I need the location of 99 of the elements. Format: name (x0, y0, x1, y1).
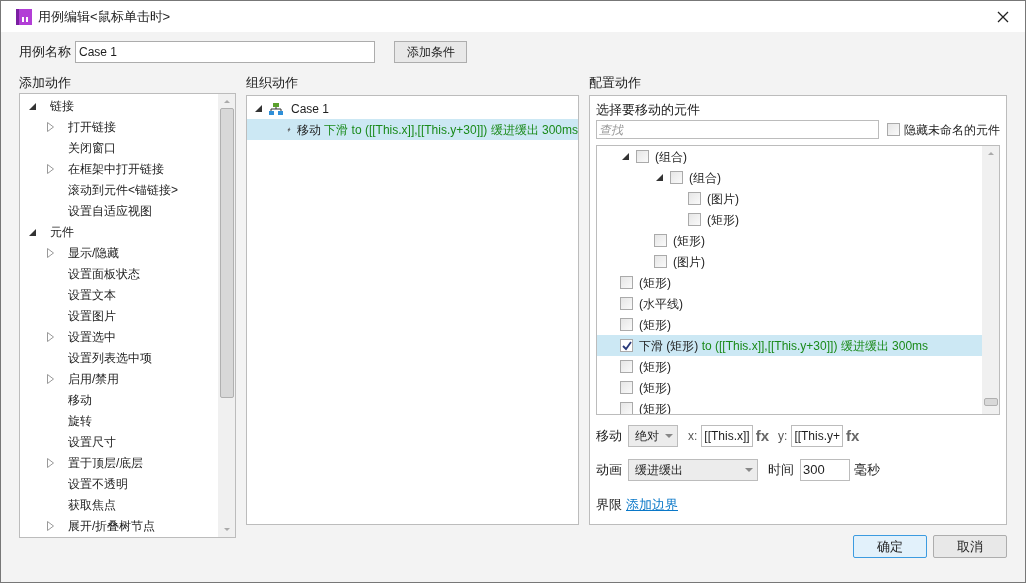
collapse-arrow-icon[interactable] (254, 104, 263, 113)
add-condition-button[interactable]: 添加条件 (394, 41, 467, 63)
move-mode-dropdown[interactable]: 绝对 (628, 425, 678, 447)
dropdown-arrow-icon[interactable] (745, 468, 753, 472)
collapse-arrow-icon[interactable] (655, 173, 664, 182)
checkbox[interactable] (620, 276, 633, 289)
action-item[interactable]: 设置列表选中项 (68, 349, 152, 367)
widget-label: (图片) (673, 253, 705, 271)
expand-arrow-icon[interactable] (46, 332, 55, 342)
action-item[interactable]: 启用/禁用 (68, 370, 120, 388)
widget-label: (组合) (655, 148, 687, 166)
field-label: 界限 (596, 496, 622, 514)
ok-button[interactable]: 确定 (853, 535, 927, 558)
field-label: 用例名称 (19, 43, 71, 62)
action-item[interactable]: 设置面板状态 (68, 265, 140, 283)
x-input-field[interactable]: [[This.x]] (701, 425, 753, 447)
scroll-thumb[interactable] (983, 398, 998, 406)
section-subtitle: 选择要移动的元件 (596, 101, 701, 119)
widget-label: (矩形) (707, 211, 739, 229)
action-item[interactable]: 获取焦点 (68, 496, 116, 514)
checkbox-label: 隐藏未命名的元件 (904, 121, 1000, 139)
field-label: 移动 (596, 427, 622, 446)
action-item[interactable]: 设置选中 (68, 328, 116, 346)
collapse-arrow-icon[interactable] (28, 101, 37, 111)
time-input-field[interactable]: 300 (800, 459, 850, 481)
expand-arrow-icon[interactable] (46, 374, 55, 384)
dropdown-arrow-icon[interactable] (665, 434, 673, 438)
checkbox[interactable] (654, 234, 667, 247)
widget-label: (水平线) (639, 295, 683, 313)
widget-label: 下滑 (矩形) to ([[This.x]],[[This.y+30]]) 缓进缓出 300ms (639, 337, 929, 355)
close-icon[interactable] (997, 10, 1009, 23)
expand-arrow-icon[interactable] (46, 164, 55, 174)
action-item[interactable]: 置于顶层/底层 (68, 454, 144, 472)
checkbox[interactable] (688, 192, 701, 205)
expand-arrow-icon[interactable] (46, 248, 55, 258)
formula-button[interactable]: fx (755, 424, 770, 448)
action-item[interactable]: 设置不透明 (68, 475, 128, 493)
y-input-field[interactable]: [[This.y+ (791, 425, 844, 447)
category-label: 元件 (50, 224, 74, 241)
section-title: 组织动作 (246, 74, 299, 92)
category-label: 链接 (50, 98, 74, 115)
collapse-arrow-icon[interactable] (621, 152, 630, 161)
section-title: 添加动作 (19, 74, 72, 92)
action-item[interactable]: 移动 (68, 391, 92, 409)
app-logo-icon (16, 8, 32, 25)
selected-row[interactable]: 下滑 (矩形) to ([[This.x]],[[This.y+30]]) 缓进缓出 300ms (597, 335, 982, 356)
cancel-button[interactable]: 取消 (933, 535, 1007, 558)
field-label: y: (778, 428, 788, 445)
case-name-field[interactable]: Case 1 (75, 41, 375, 63)
widget-label: (矩形) (639, 358, 671, 376)
checkbox[interactable] (887, 123, 900, 136)
checkbox[interactable] (620, 360, 633, 373)
case-label[interactable]: Case 1 (291, 99, 330, 118)
expand-arrow-icon[interactable] (46, 521, 55, 531)
widget-label: (矩形) (673, 232, 705, 250)
scrollbar[interactable] (982, 146, 999, 414)
widget-label: (组合) (689, 169, 721, 187)
checkbox[interactable] (620, 339, 633, 352)
formula-button[interactable]: fx (846, 424, 860, 448)
unit-label: 毫秒 (854, 461, 880, 480)
field-label: 时间 (768, 461, 794, 480)
action-item[interactable]: 关闭窗口 (68, 139, 116, 157)
scrollbar[interactable] (218, 93, 235, 537)
section-title: 配置动作 (589, 74, 642, 92)
case-tree-icon[interactable] (269, 102, 283, 115)
search-field[interactable]: 查找 (596, 120, 879, 139)
action-item[interactable]: 旋转 (68, 412, 92, 430)
action-item[interactable]: 设置文本 (68, 286, 116, 304)
action-item[interactable]: 设置尺寸 (68, 433, 116, 451)
scroll-thumb[interactable] (219, 107, 234, 398)
checkbox[interactable] (620, 402, 633, 414)
action-item[interactable]: 展开/折叠树节点 (68, 517, 156, 535)
widget-label: (矩形) (639, 274, 671, 292)
checkbox[interactable] (670, 171, 683, 184)
checkbox[interactable] (620, 381, 633, 394)
checkbox[interactable] (654, 255, 667, 268)
action-item[interactable]: 打开链接 (68, 118, 116, 136)
collapse-arrow-icon[interactable] (28, 227, 37, 237)
field-label: 动画 (596, 461, 622, 480)
expand-arrow-icon[interactable] (46, 458, 55, 468)
field-label: x: (688, 428, 698, 445)
checkbox[interactable] (688, 213, 701, 226)
action-item[interactable]: 设置图片 (68, 307, 116, 325)
widget-label: (矩形) (639, 316, 671, 334)
action-item[interactable]: 在框架中打开链接 (68, 160, 164, 178)
animation-dropdown[interactable]: 缓进缓出 (628, 459, 758, 481)
action-item[interactable]: 滚动到元件<锚链接> (68, 181, 178, 199)
checkbox[interactable] (636, 150, 649, 163)
checkbox[interactable] (620, 318, 633, 331)
checkbox[interactable] (620, 297, 633, 310)
action-row[interactable]: 移动 下滑 to ([[This.x]],[[This.y+30]]) 缓进缓出 300ms (247, 119, 578, 140)
add-boundary-link[interactable]: 添加边界 (626, 495, 678, 515)
window-title: 用例编辑<鼠标单击时> (38, 7, 171, 26)
expand-arrow-icon[interactable] (46, 122, 55, 132)
widget-label: (矩形) (639, 379, 671, 397)
widget-label: (图片) (707, 190, 739, 208)
action-item[interactable]: 显示/隐藏 (68, 244, 120, 262)
action-item[interactable]: 设置自适应视图 (68, 202, 152, 220)
action-description: 移动 下滑 to ([[This.x]],[[This.y+30]]) 缓进缓出 300ms (296, 121, 578, 139)
